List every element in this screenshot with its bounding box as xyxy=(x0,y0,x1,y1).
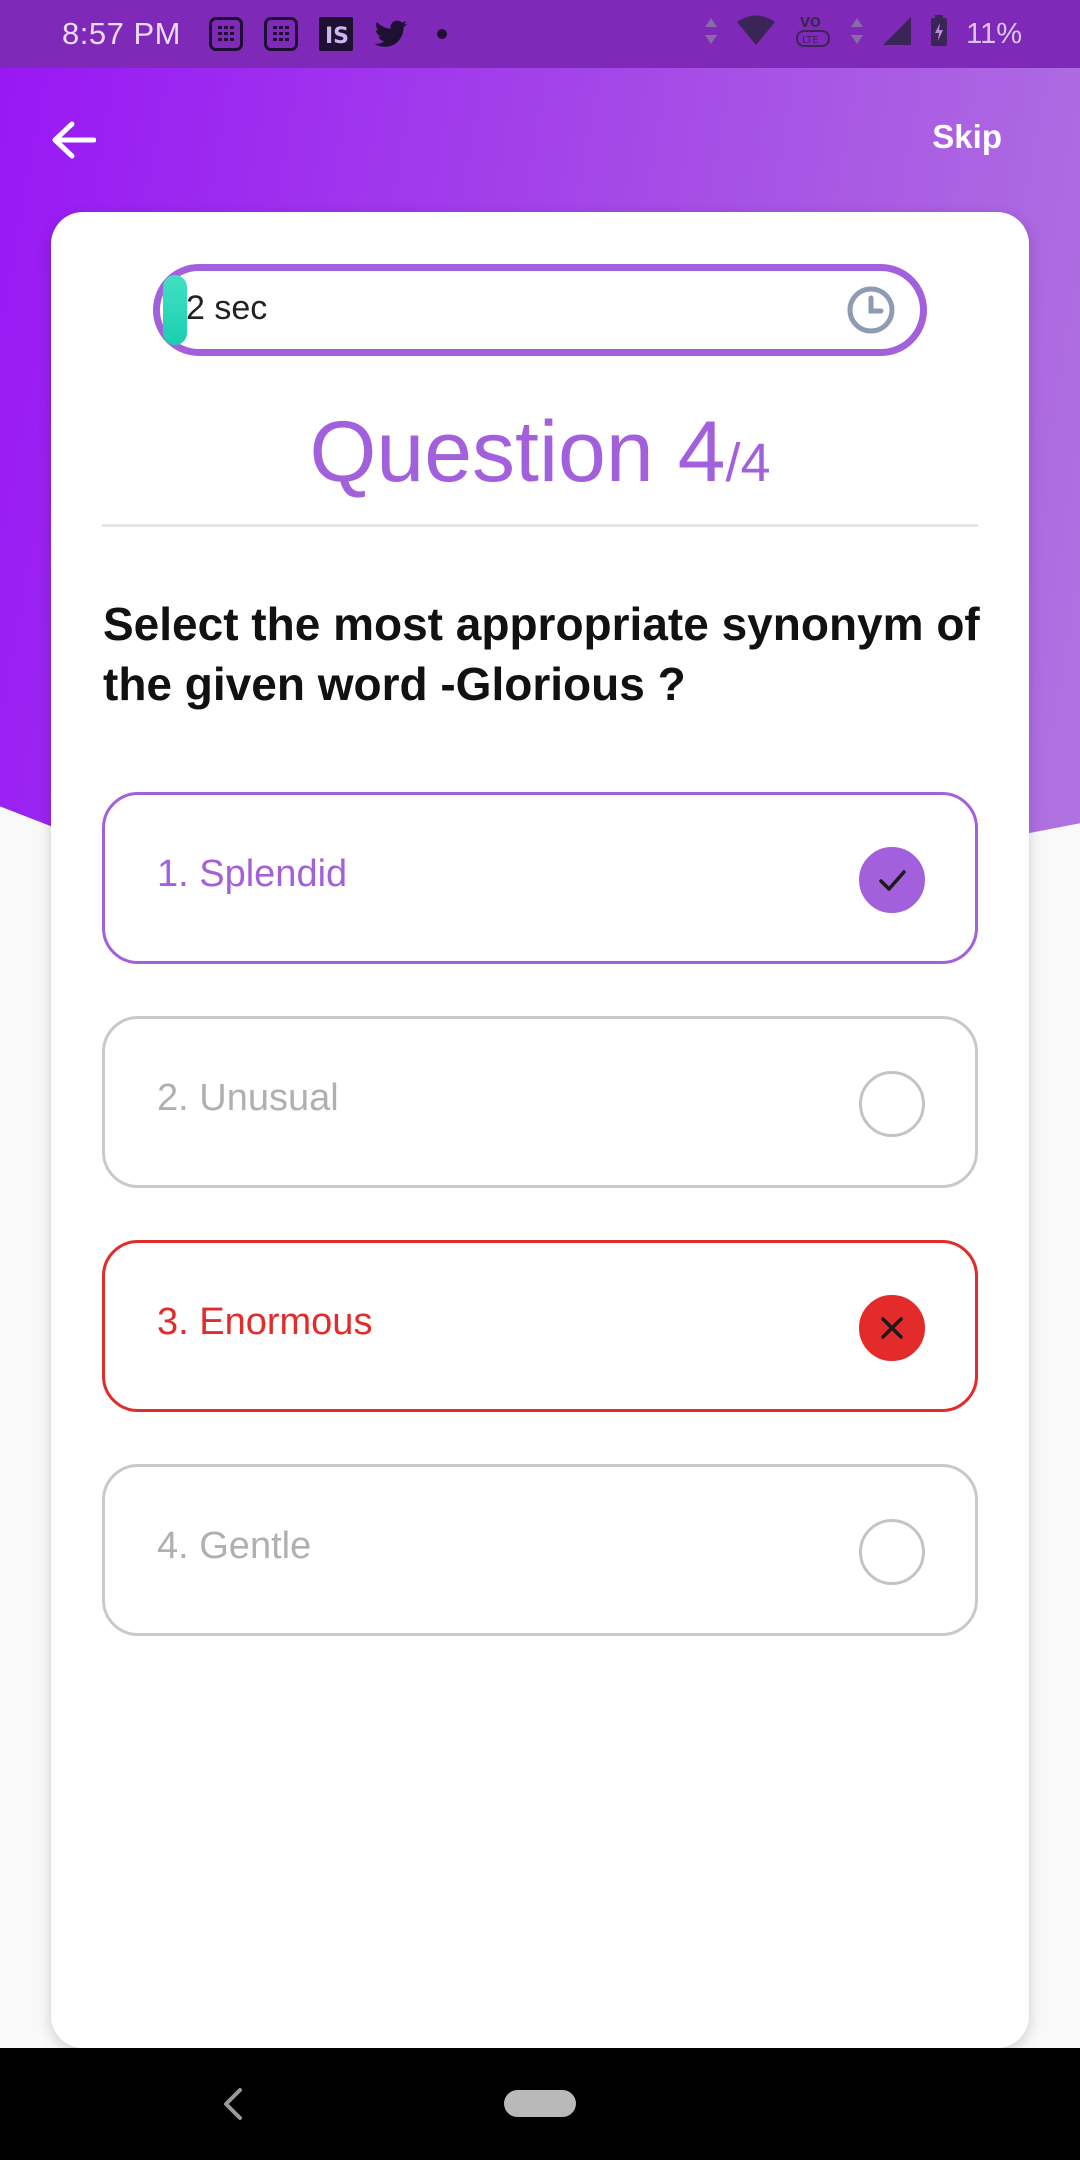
status-right: VO LTE 11% xyxy=(704,0,1022,68)
svg-text:LTE: LTE xyxy=(802,35,819,46)
dot-icon xyxy=(436,29,447,39)
close-icon xyxy=(859,1295,925,1361)
status-bar: 8:57 PM IS VO LTE 11% xyxy=(0,0,1080,68)
battery-icon xyxy=(930,14,948,54)
question-heading: Question 4/4 xyxy=(51,402,1029,513)
data-arrows-icon xyxy=(850,16,864,53)
arrow-left-icon xyxy=(52,121,96,159)
divider xyxy=(102,524,978,527)
calculator-icon xyxy=(263,17,298,51)
signal-icon xyxy=(882,16,912,53)
option-4[interactable]: 4. Gentle xyxy=(102,1464,978,1636)
option-3[interactable]: 3. Enormous xyxy=(102,1240,978,1412)
timer-progress xyxy=(163,275,187,345)
svg-text:IS: IS xyxy=(325,24,349,48)
svg-text:VO: VO xyxy=(800,16,821,31)
timer-text: 2 sec xyxy=(186,289,268,327)
is-app-icon: IS xyxy=(318,17,353,51)
option-label: 4. Gentle xyxy=(157,1525,312,1567)
nav-back-icon[interactable] xyxy=(218,2084,248,2124)
option-2[interactable]: 2. Unusual xyxy=(102,1016,978,1188)
back-button[interactable] xyxy=(48,112,98,168)
empty-circle-icon xyxy=(859,1071,925,1137)
check-icon xyxy=(859,847,925,913)
nav-home-button[interactable] xyxy=(504,2090,576,2117)
volte-icon: VO LTE xyxy=(794,13,832,56)
question-text: Select the most appropriate synonym of t… xyxy=(103,598,980,710)
quiz-screen: 8:57 PM IS VO LTE 11% Skip 2 sec Questio… xyxy=(0,0,1080,2160)
data-arrows-icon xyxy=(704,16,718,53)
option-label: 2. Unusual xyxy=(157,1077,339,1119)
option-label: 1. Splendid xyxy=(157,853,348,895)
empty-circle-icon xyxy=(859,1519,925,1585)
wifi-icon xyxy=(736,15,776,54)
question-card: 2 sec Question 4/4 Select the most appro… xyxy=(51,212,1029,2048)
timer-bar: 2 sec xyxy=(153,264,927,356)
option-1[interactable]: 1. Splendid xyxy=(102,792,978,964)
calculator-icon xyxy=(208,17,243,51)
twitter-icon xyxy=(374,17,408,51)
clock-icon xyxy=(847,286,895,334)
question-number: Question 4 xyxy=(309,404,726,500)
status-time: 8:57 PM xyxy=(62,16,181,51)
option-label: 3. Enormous xyxy=(157,1301,373,1343)
battery-percent: 11% xyxy=(966,17,1022,50)
question-total: /4 xyxy=(725,433,771,493)
navigation-bar xyxy=(0,2048,1080,2160)
skip-button[interactable]: Skip xyxy=(932,118,1002,156)
